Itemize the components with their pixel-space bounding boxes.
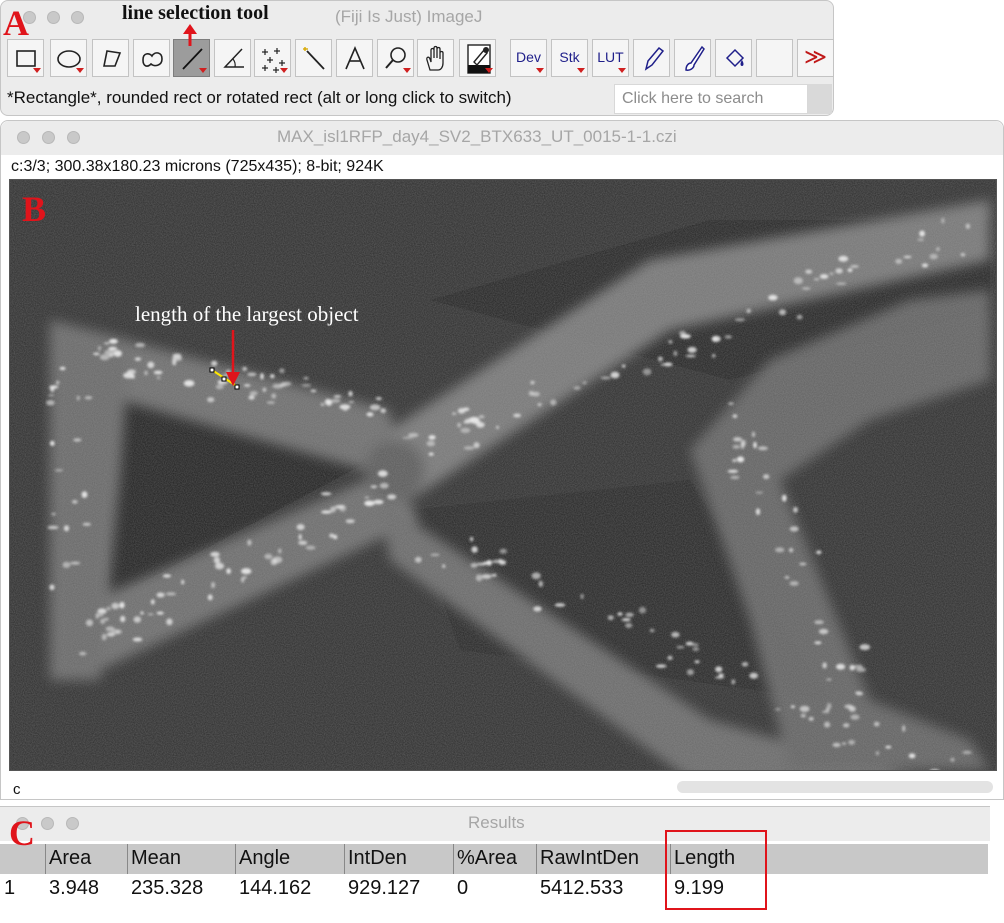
results-table-header: Area Mean Angle IntDen %Area RawIntDen L… xyxy=(0,844,988,874)
hand-tool-button[interactable] xyxy=(417,39,454,77)
horizontal-scrollbar[interactable] xyxy=(677,781,993,793)
status-scroll[interactable] xyxy=(808,84,832,114)
cell-rawintden: 5412.533 xyxy=(540,877,624,899)
column-header-mean[interactable]: Mean xyxy=(128,844,236,874)
hand-tool-icon xyxy=(426,45,444,71)
wand-tool-button[interactable] xyxy=(295,39,332,77)
panel-label-a: A xyxy=(3,3,29,43)
cell-mean: 235.328 xyxy=(131,877,204,899)
arrow-up-icon xyxy=(183,24,197,46)
freehand-tool-button[interactable] xyxy=(133,39,170,77)
image-canvas[interactable] xyxy=(9,179,997,771)
column-header-intden[interactable]: IntDen xyxy=(345,844,454,874)
oval-tool-button[interactable] xyxy=(50,39,87,77)
window-title: Results xyxy=(468,813,525,832)
channel-label: c xyxy=(13,781,21,798)
image-titlebar: MAX_isl1RFP_day4_SV2_BTX633_UT_0015-1-1.… xyxy=(1,121,1003,155)
polygon-tool-icon xyxy=(103,50,122,67)
zoom-window-button[interactable] xyxy=(66,817,79,830)
column-header-rawintden[interactable]: RawIntDen xyxy=(537,844,671,874)
more-tools-icon: ≫ xyxy=(803,44,828,69)
zoom-tool-button[interactable] xyxy=(377,39,414,77)
zoom-window-button[interactable] xyxy=(67,131,80,144)
column-header-percent-area[interactable]: %Area xyxy=(454,844,537,874)
largest-object-annotation: length of the largest object xyxy=(135,302,359,326)
length-highlight-box xyxy=(665,830,767,910)
minimize-window-button[interactable] xyxy=(47,11,60,24)
image-info-text: c:3/3; 300.38x180.23 microns (725x435); … xyxy=(11,158,384,175)
brush-tool-icon xyxy=(685,45,705,71)
window-title: MAX_isl1RFP_day4_SV2_BTX633_UT_0015-1-1.… xyxy=(277,127,677,146)
row-index: 1 xyxy=(4,877,16,899)
zoom-window-button[interactable] xyxy=(71,11,84,24)
column-header-area[interactable]: Area xyxy=(46,844,128,874)
window-title: (Fiji Is Just) ImageJ xyxy=(335,7,483,26)
lut-menu-button[interactable]: LUT xyxy=(592,39,629,77)
cell-intden: 929.127 xyxy=(348,877,421,899)
tool-status-text: *Rectangle*, rounded rect or rotated rec… xyxy=(7,88,512,107)
cell-angle: 144.162 xyxy=(239,877,312,899)
multipoint-tool-button[interactable] xyxy=(254,39,291,77)
empty-tool-slot[interactable] xyxy=(756,39,793,77)
search-input[interactable]: Click here to search xyxy=(614,84,808,114)
line-tool-annotation: line selection tool xyxy=(122,2,269,24)
microscopy-image xyxy=(10,180,996,770)
minimize-window-button[interactable] xyxy=(41,817,54,830)
image-window: MAX_isl1RFP_day4_SV2_BTX633_UT_0015-1-1.… xyxy=(0,120,1004,800)
close-window-button[interactable] xyxy=(17,131,30,144)
flood-fill-tool-button[interactable] xyxy=(715,39,752,77)
angle-tool-icon xyxy=(223,48,244,68)
arrow-down-icon xyxy=(226,330,240,386)
flood-fill-tool-icon xyxy=(725,48,745,68)
cell-percent-area: 0 xyxy=(457,877,469,899)
freehand-tool-icon xyxy=(142,52,163,67)
results-window: Results Area Mean Angle IntDen %Area Raw… xyxy=(0,806,990,923)
polygon-tool-button[interactable] xyxy=(92,39,129,77)
wand-tool-icon xyxy=(303,47,325,70)
text-tool-icon xyxy=(345,45,365,70)
pencil-tool-button[interactable] xyxy=(633,39,670,77)
stk-menu-button[interactable]: Stk xyxy=(551,39,588,77)
results-titlebar: Results xyxy=(0,807,990,841)
brush-tool-button[interactable] xyxy=(674,39,711,77)
pencil-tool-icon xyxy=(644,46,665,71)
column-header-angle[interactable]: Angle xyxy=(236,844,345,874)
panel-label-c: C xyxy=(9,813,35,853)
dev-menu-button[interactable]: Dev xyxy=(510,39,547,77)
more-tools-button[interactable]: ≫ xyxy=(797,39,834,77)
color-picker-tool-button[interactable] xyxy=(459,39,496,77)
angle-tool-button[interactable] xyxy=(214,39,251,77)
rectangle-tool-button[interactable] xyxy=(7,39,44,77)
panel-label-b: B xyxy=(22,189,47,229)
text-tool-button[interactable] xyxy=(336,39,373,77)
cell-area: 3.948 xyxy=(49,877,100,899)
minimize-window-button[interactable] xyxy=(42,131,55,144)
